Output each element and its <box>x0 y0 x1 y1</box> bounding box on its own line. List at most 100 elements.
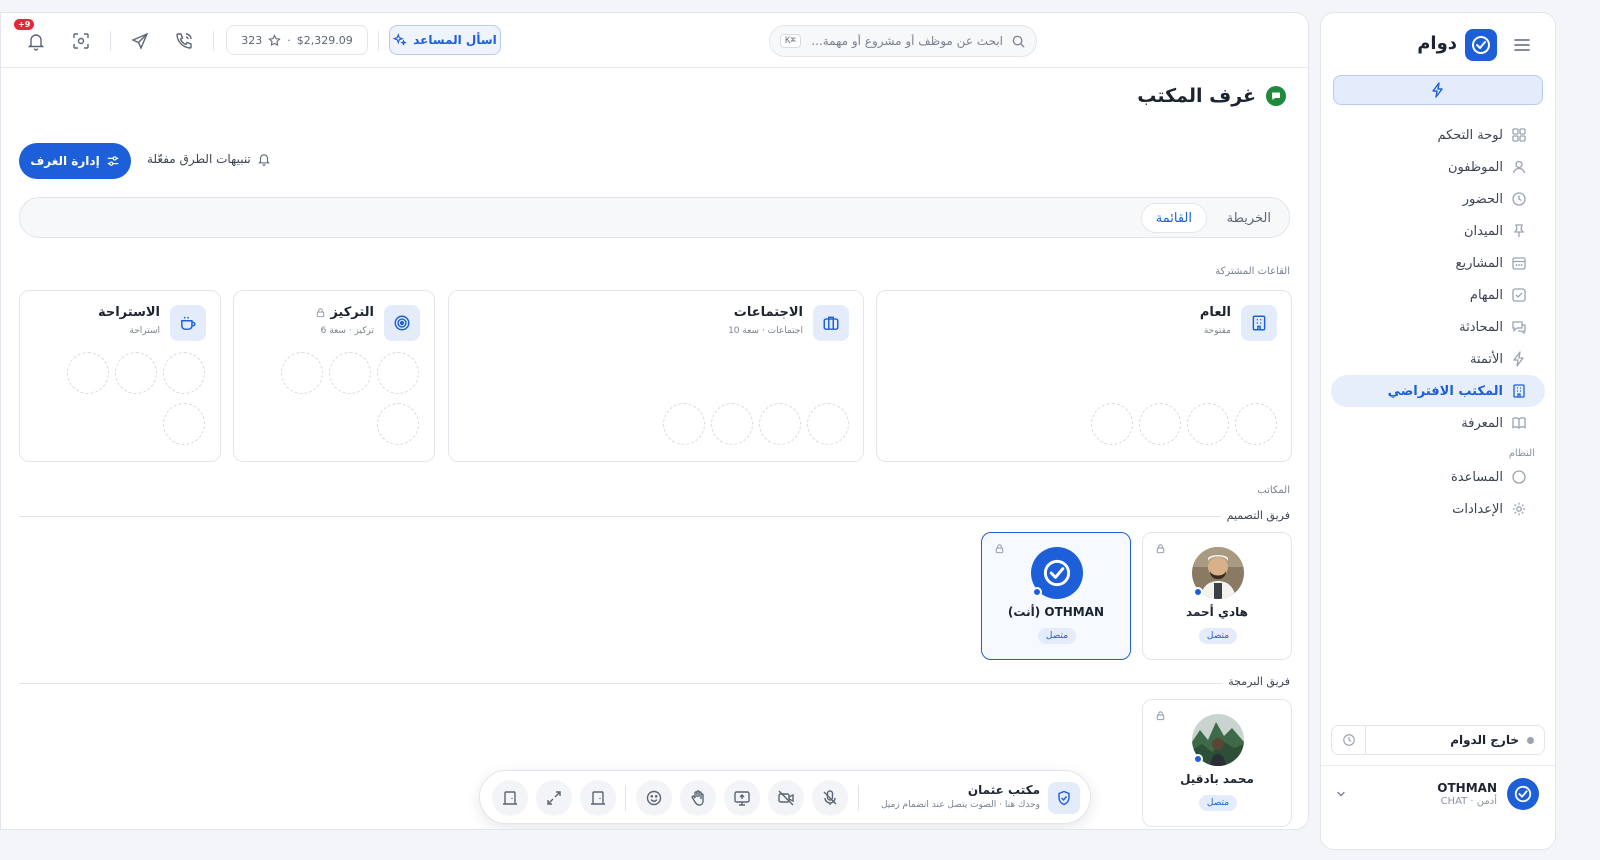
sidebar-item-employees[interactable]: الموظفون <box>1331 151 1545 183</box>
status-badge: متصل <box>1199 795 1237 811</box>
sidebar-item-projects[interactable]: المشاريع <box>1331 247 1545 279</box>
search-bar[interactable]: ابحث عن موظف أو مشروع أو مهمة... ⌘K <box>769 25 1037 57</box>
user-profile[interactable]: OTHMAN أدمن · CHAT <box>1321 765 1555 821</box>
sidebar-item-virtual-office[interactable]: المكتب الافتراضي <box>1331 375 1545 407</box>
divider <box>858 785 859 811</box>
system-section-label: النظام <box>1508 448 1535 459</box>
empty-seat[interactable] <box>377 352 419 394</box>
app-name: دوام <box>1417 33 1457 54</box>
tab-map[interactable]: الخريطة <box>1213 203 1285 233</box>
expand-icon[interactable] <box>536 780 572 816</box>
knock-alerts-label: تنبيهات الطرق مفعّلة <box>147 152 251 166</box>
knock-alerts-toggle[interactable]: تنبيهات الطرق مفعّلة <box>147 152 271 166</box>
emoji-reaction-icon[interactable] <box>636 780 672 816</box>
online-indicator <box>1193 754 1203 764</box>
empty-seat[interactable] <box>163 352 205 394</box>
work-status-toggle[interactable]: خارج الدوام <box>1331 725 1545 755</box>
room-name: التركيز <box>315 305 374 320</box>
empty-seat[interactable] <box>281 352 323 394</box>
sidebar-nav: لوحة التحكم الموظفون الحضور الميدان المش… <box>1321 119 1555 525</box>
empty-seat[interactable] <box>163 403 205 445</box>
bolt-icon <box>1511 351 1527 367</box>
room-card-focus[interactable]: التركيز تركيز · سعة 6 <box>233 290 435 462</box>
search-input[interactable]: ابحث عن موظف أو مشروع أو مهمة... <box>809 34 1003 48</box>
team-divider <box>19 516 1290 517</box>
empty-seat[interactable] <box>1187 403 1229 445</box>
ask-assistant-label: اسأل المساعد <box>413 33 497 47</box>
mic-off-icon[interactable] <box>812 780 848 816</box>
lock-icon <box>1155 710 1166 721</box>
balance-separator: · <box>287 33 291 47</box>
empty-seat[interactable] <box>663 403 705 445</box>
door-icon[interactable] <box>580 780 616 816</box>
chevron-down-icon[interactable] <box>1335 788 1347 800</box>
balance-widget[interactable]: 323 · $2,329.09 <box>226 25 368 55</box>
user-role: أدمن · CHAT <box>1440 796 1497 807</box>
raise-hand-icon[interactable] <box>680 780 716 816</box>
sidebar-item-label: المشاريع <box>1455 255 1503 271</box>
member-card[interactable]: هادي أحمد متصل <box>1142 532 1292 660</box>
briefcase-icon <box>813 305 849 341</box>
bolt-icon <box>1432 82 1443 98</box>
empty-seat[interactable] <box>1235 403 1277 445</box>
office-subtitle: وحدك هنا · الصوت يتصل عند انضمام زميل <box>881 800 1040 810</box>
clock-icon[interactable] <box>1332 726 1366 754</box>
member-card-self[interactable]: OTHMAN (أنت) متصل <box>981 532 1131 660</box>
member-name: هادي أحمد <box>1186 605 1248 619</box>
sidebar-item-automation[interactable]: الأتمتة <box>1331 343 1545 375</box>
search-shortcut: ⌘K <box>780 34 801 48</box>
sidebar-item-knowledge[interactable]: المعرفة <box>1331 407 1545 439</box>
empty-seat[interactable] <box>759 403 801 445</box>
shared-rooms-label: القاعات المشتركة <box>1215 266 1290 277</box>
main-panel: ابحث عن موظف أو مشروع أو مهمة... ⌘K اسأل… <box>0 12 1309 830</box>
room-card-general[interactable]: العام مفتوحة <box>876 290 1292 462</box>
tab-list[interactable]: القائمة <box>1140 203 1207 233</box>
sidebar-item-dashboard[interactable]: لوحة التحكم <box>1331 119 1545 151</box>
topbar: ابحث عن موظف أو مشروع أو مهمة... ⌘K اسأل… <box>1 13 1308 68</box>
sidebar-item-tasks[interactable]: المهام <box>1331 279 1545 311</box>
sidebar-item-attendance[interactable]: الحضور <box>1331 183 1545 215</box>
empty-seat[interactable] <box>377 403 419 445</box>
camera-off-icon[interactable] <box>768 780 804 816</box>
manage-rooms-button[interactable]: إدارة الغرف <box>19 143 131 179</box>
room-card-break[interactable]: الاستراحة استراحة <box>19 290 221 462</box>
empty-seat[interactable] <box>329 352 371 394</box>
chat-icon <box>1511 319 1527 335</box>
room-subtitle: تركيز · سعة 6 <box>320 326 374 336</box>
sidebar-item-settings[interactable]: الإعدادات <box>1331 493 1545 525</box>
view-tabs: الخريطة القائمة <box>19 197 1290 238</box>
bell-icon[interactable] <box>26 31 46 51</box>
empty-seat[interactable] <box>1139 403 1181 445</box>
status-badge: متصل <box>1038 628 1076 644</box>
sidebar-item-label: الأتمتة <box>1469 351 1503 367</box>
send-icon[interactable] <box>130 31 150 51</box>
hamburger-menu-icon[interactable] <box>1513 37 1531 53</box>
grid-icon <box>1511 127 1527 143</box>
screen-share-icon[interactable] <box>724 780 760 816</box>
room-card-meetings[interactable]: الاجتماعات اجتماعات · سعة 10 <box>448 290 864 462</box>
balance-value: $2,329.09 <box>296 33 353 47</box>
sidebar-item-help[interactable]: المساعدة <box>1331 461 1545 493</box>
chat-bubble-icon <box>1266 86 1286 106</box>
empty-seat[interactable] <box>67 352 109 394</box>
empty-seat[interactable] <box>115 352 157 394</box>
ask-assistant-button[interactable]: اسأل المساعد <box>389 25 501 55</box>
empty-seat[interactable] <box>1091 403 1133 445</box>
manage-rooms-label: إدارة الغرف <box>30 154 100 168</box>
empty-seat[interactable] <box>711 403 753 445</box>
quick-action-button[interactable] <box>1333 75 1543 105</box>
phone-icon[interactable] <box>174 31 194 51</box>
sidebar-item-label: المهام <box>1469 287 1503 303</box>
scan-icon[interactable] <box>71 31 91 51</box>
shield-icon <box>1048 782 1080 814</box>
room-name: الاستراحة <box>97 305 160 320</box>
room-subtitle: استراحة <box>129 326 160 336</box>
sidebar-item-chat[interactable]: المحادثة <box>1331 311 1545 343</box>
member-card[interactable]: محمد بادقيل متصل <box>1142 699 1292 827</box>
book-icon <box>1511 415 1527 431</box>
room-name-text: التركيز <box>330 305 374 320</box>
sidebar-item-field[interactable]: الميدان <box>1331 215 1545 247</box>
building-icon <box>1511 383 1527 399</box>
leave-door-icon[interactable] <box>492 780 528 816</box>
empty-seat[interactable] <box>807 403 849 445</box>
